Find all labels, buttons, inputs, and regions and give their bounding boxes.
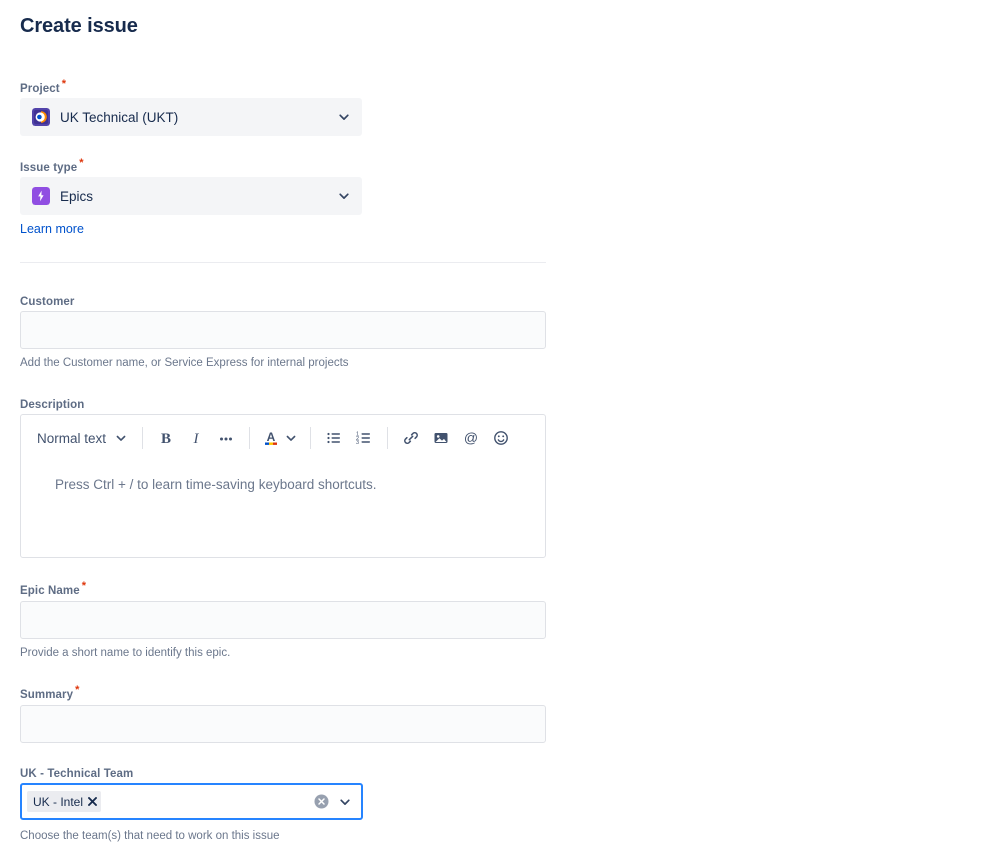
description-label-text: Description (20, 399, 85, 411)
chevron-down-icon (286, 435, 296, 441)
selected-tag-label: UK - Intel (33, 794, 84, 809)
toolbar-separator (142, 427, 144, 449)
svg-text:B: B (161, 431, 171, 447)
mention-icon[interactable]: @ (456, 424, 486, 452)
svg-text:@: @ (464, 429, 478, 445)
create-issue-page: Create issue Project * UK Technical (UKT)… (0, 0, 999, 855)
toolbar-separator (387, 427, 389, 449)
issue-type-label-text: Issue type (20, 162, 78, 174)
summary-label-text: Summary (20, 689, 74, 701)
description-editor[interactable]: Normal text B I A 1 2 3 @ Press Ctrl + /… (20, 414, 546, 558)
section-divider (20, 262, 546, 263)
epic-name-help-text: Provide a short name to identify this ep… (20, 647, 231, 659)
customer-label: Customer (20, 292, 74, 310)
text-style-dropdown[interactable]: Normal text (31, 424, 134, 452)
project-label-text: Project (20, 83, 60, 95)
project-avatar-icon (32, 108, 50, 126)
bullet-list-icon[interactable] (319, 424, 349, 452)
clear-all-icon[interactable] (311, 792, 331, 812)
learn-more-link[interactable]: Learn more (20, 222, 84, 236)
project-label: Project * (20, 79, 66, 97)
more-formatting-icon[interactable] (211, 424, 241, 452)
toolbar-separator (310, 427, 312, 449)
selected-tag: UK - Intel (27, 791, 102, 812)
customer-label-text: Customer (20, 296, 75, 308)
customer-input[interactable] (20, 311, 546, 349)
chevron-down-icon (116, 435, 126, 441)
issue-type-label: Issue type * (20, 158, 84, 176)
editor-placeholder: Press Ctrl + / to learn time-saving keyb… (55, 477, 377, 492)
editor-toolbar: Normal text B I A 1 2 3 @ (21, 415, 545, 461)
numbered-list-icon[interactable]: 1 2 3 (349, 424, 379, 452)
epic-name-label: Epic Name * (20, 581, 86, 599)
emoji-icon[interactable] (486, 424, 516, 452)
bold-icon[interactable]: B (151, 424, 181, 452)
issue-type-select[interactable]: Epics (20, 177, 362, 215)
description-label: Description (20, 395, 84, 413)
technical-team-label: UK - Technical Team (20, 764, 133, 782)
epic-name-input[interactable] (20, 601, 546, 639)
italic-icon[interactable]: I (181, 424, 211, 452)
text-style-label: Normal text (37, 430, 107, 446)
issue-type-required-marker: * (79, 157, 84, 169)
summary-label: Summary * (20, 685, 80, 703)
link-icon[interactable] (396, 424, 426, 452)
customer-help-text: Add the Customer name, or Service Expres… (20, 357, 349, 369)
svg-text:I: I (193, 431, 200, 447)
project-required-marker: * (61, 78, 67, 90)
chevron-down-icon[interactable] (335, 792, 355, 812)
epic-name-label-text: Epic Name (20, 585, 80, 597)
project-select-value: UK Technical (UKT) (60, 109, 179, 125)
page-title: Create issue (20, 15, 138, 37)
project-select[interactable]: UK Technical (UKT) (20, 98, 362, 136)
svg-text:A: A (267, 430, 276, 444)
epic-bolt-icon (32, 187, 50, 205)
technical-team-label-text: UK - Technical Team (20, 768, 134, 780)
chevron-down-icon (339, 193, 349, 199)
text-color-icon: A (265, 430, 278, 445)
toolbar-separator (249, 427, 251, 449)
technical-team-help-text: Choose the team(s) that need to work on … (20, 830, 280, 842)
editor-body[interactable]: Press Ctrl + / to learn time-saving keyb… (21, 461, 545, 495)
epic-name-required-marker: * (81, 580, 87, 592)
summary-input[interactable] (20, 705, 546, 743)
summary-required-marker: * (75, 684, 80, 696)
svg-text:3: 3 (356, 440, 359, 446)
issue-type-select-value: Epics (60, 188, 94, 204)
text-color-dropdown[interactable]: A (258, 424, 302, 452)
chevron-down-icon (339, 114, 349, 120)
image-icon[interactable] (426, 424, 456, 452)
technical-team-multiselect[interactable]: UK - Intel (20, 783, 363, 820)
tag-remove-icon[interactable] (83, 791, 101, 812)
